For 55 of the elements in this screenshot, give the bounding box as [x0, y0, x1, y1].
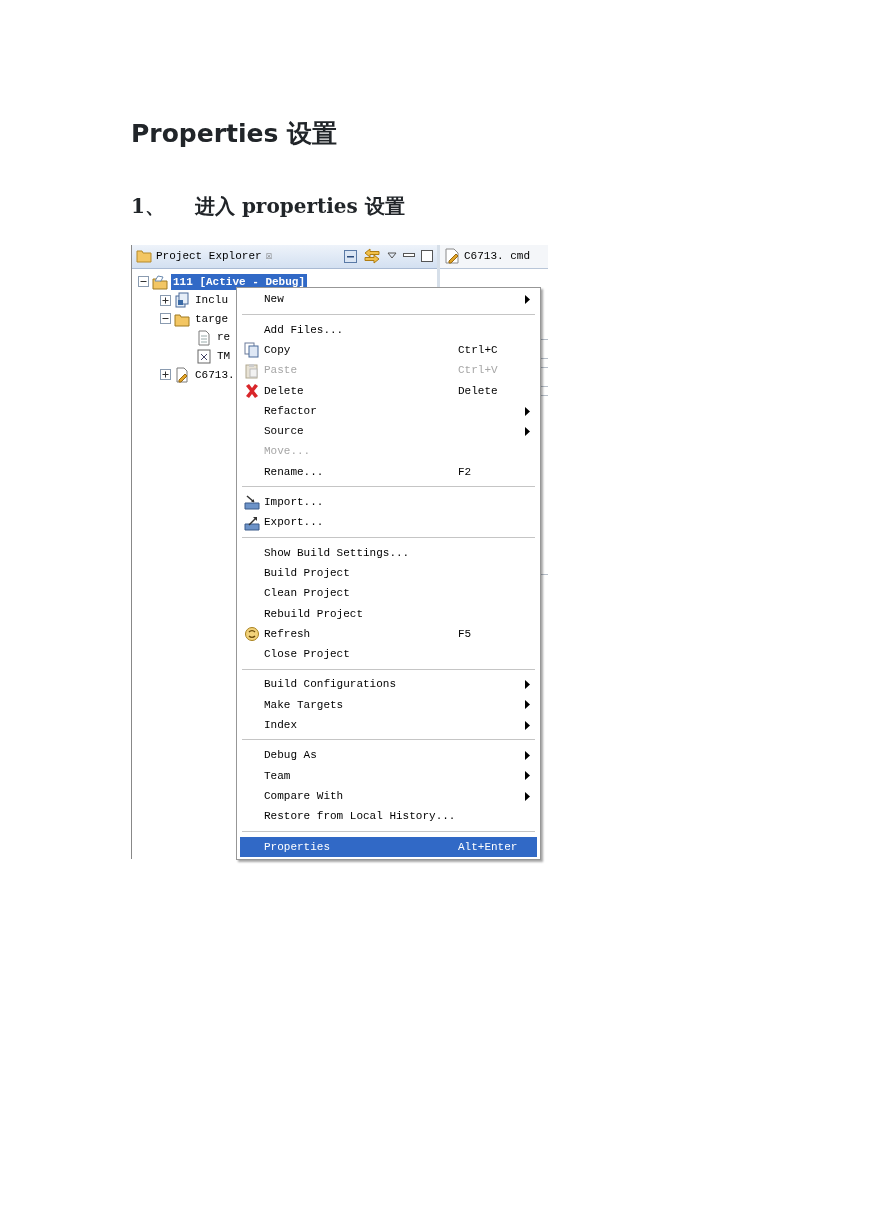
expand-toggle-icon[interactable]	[138, 276, 149, 288]
document-heading: Properties 设置	[131, 118, 339, 150]
view-tab-title[interactable]: Project Explorer	[156, 247, 262, 265]
menu-item[interactable]: Team	[240, 765, 537, 787]
menu-item[interactable]: Delete Delete	[240, 380, 537, 401]
file-pencil-icon	[174, 366, 190, 383]
sync-arrows-icon[interactable]	[363, 248, 381, 264]
expand-toggle-icon[interactable]	[160, 294, 171, 306]
file-pencil-icon	[444, 248, 460, 264]
menu-item[interactable]: Build Configurations	[240, 674, 537, 695]
maximize-icon[interactable]	[421, 250, 433, 262]
tree-item[interactable]: C6713.	[193, 366, 237, 383]
tree-item[interactable]: Inclu	[193, 292, 230, 309]
menu-item[interactable]: Refresh F5	[240, 623, 537, 645]
folder-icon	[174, 311, 190, 327]
menu-item[interactable]: Close Project	[240, 644, 537, 665]
close-icon[interactable]: ☒	[265, 247, 273, 265]
import-tray-icon	[244, 494, 260, 511]
folder-icon	[136, 249, 152, 263]
menu-item[interactable]: New	[240, 289, 537, 310]
file-icon	[196, 329, 212, 346]
menu-item[interactable]: Export...	[240, 512, 537, 533]
menu-item[interactable]: Index	[240, 715, 537, 736]
menu-item[interactable]: Import...	[240, 492, 537, 513]
config-file-icon	[196, 348, 212, 365]
step-title: 进入 properties 设置	[194, 192, 405, 220]
dropdown-icon[interactable]	[387, 252, 397, 260]
delete-icon	[244, 382, 260, 399]
menu-item[interactable]: Restore from Local History...	[240, 806, 537, 827]
library-icon	[174, 292, 190, 309]
expand-toggle-icon[interactable]	[160, 313, 171, 325]
copy-icon	[244, 342, 260, 359]
clipboard-icon	[244, 362, 260, 379]
refresh-icon	[244, 626, 260, 643]
expand-toggle-icon[interactable]	[160, 369, 171, 381]
menu-item[interactable]: Copy Ctrl+C	[240, 340, 537, 361]
menu-item[interactable]: Compare With	[240, 786, 537, 807]
tree-item[interactable]: targe	[193, 310, 230, 328]
tree-item[interactable]: re	[215, 329, 233, 346]
menu-item[interactable]: Make Targets	[240, 694, 537, 716]
collapse-icon[interactable]	[344, 249, 357, 263]
menu-item[interactable]: Source	[240, 421, 537, 442]
menu-item[interactable]: Refactor	[240, 401, 537, 422]
export-tray-icon	[244, 514, 260, 531]
project-folder-icon	[152, 273, 168, 290]
menu-item[interactable]: Rename... F2	[240, 461, 537, 483]
step-number: 1、	[131, 192, 165, 220]
menu-item[interactable]: Debug As	[240, 745, 537, 766]
menu-item[interactable]: Build Project	[240, 563, 537, 584]
menu-item[interactable]: Properties Alt+Enter	[240, 836, 537, 857]
tree-item[interactable]: TM	[215, 347, 233, 365]
menu-item[interactable]: Show Build Settings...	[240, 542, 537, 564]
menu-item[interactable]: Clean Project	[240, 583, 537, 604]
menu-item[interactable]: Add Files...	[240, 319, 537, 341]
menu-item[interactable]: Rebuild Project	[240, 603, 537, 624]
